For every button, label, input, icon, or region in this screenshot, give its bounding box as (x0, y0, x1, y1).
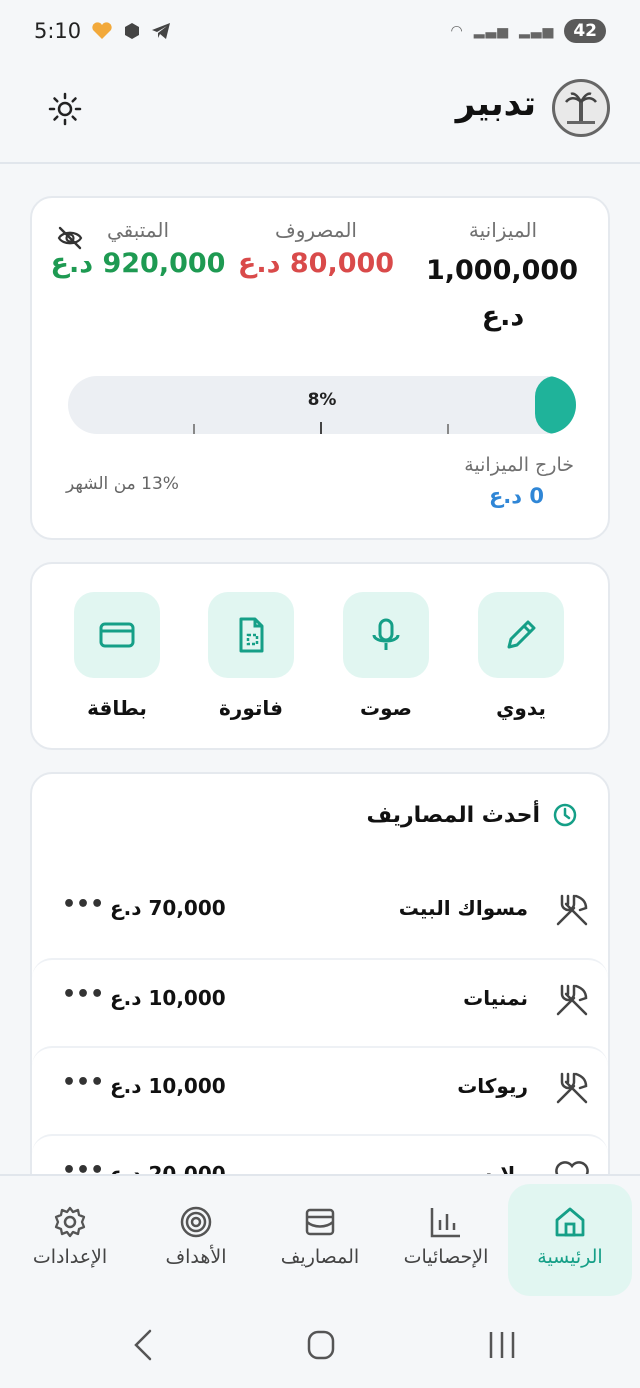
home-icon (555, 1207, 585, 1237)
system-navigation-bar (0, 1302, 640, 1388)
progress-tick (320, 422, 322, 434)
manual-entry-label: يدوي (496, 696, 546, 720)
expense-name: مسواك البيت (398, 896, 528, 920)
nav-expenses[interactable]: المصاريف (258, 1184, 382, 1296)
expense-row[interactable]: مسواك البيت 70,000 د.ع ••• (32, 870, 608, 960)
eye-off-icon[interactable] (56, 224, 84, 252)
app-logo (552, 79, 610, 137)
spent-column: المصروف 80,000 د.ع (226, 218, 406, 279)
app-header: تدبير (0, 62, 640, 164)
expense-name: نمنيات (463, 986, 528, 1010)
recent-expenses-title: أحدث المصاريف (366, 802, 541, 828)
voice-entry-button[interactable]: صوت (341, 592, 431, 720)
expense-row[interactable]: ريوكات 10,000 د.ع ••• (32, 1046, 608, 1136)
progress-tick (193, 424, 195, 434)
target-icon (180, 1206, 212, 1238)
budget-progress-bar: 8% (68, 376, 576, 434)
out-of-budget-value: 0 د.ع (488, 484, 544, 508)
sun-icon[interactable] (48, 92, 82, 126)
utensils-icon (556, 984, 588, 1016)
palm-tree-icon (565, 92, 597, 124)
budget-label: الميزانية (468, 218, 538, 242)
gear-icon (54, 1206, 86, 1238)
receipt-scan-label: فاتورة (219, 696, 283, 720)
card-icon (99, 622, 135, 648)
battery-indicator: 42 (564, 19, 606, 43)
nav-statistics[interactable]: الإحصائيات (384, 1184, 508, 1296)
expense-amount: 70,000 د.ع (110, 896, 226, 920)
budget-column: الميزانية 1,000,000 د.ع (425, 218, 578, 340)
expense-amount: 10,000 د.ع (110, 1074, 226, 1098)
bar-chart-icon (430, 1208, 460, 1238)
voice-entry-label: صوت (360, 696, 412, 720)
nav-expenses-label: المصاريف (280, 1246, 360, 1268)
more-options-icon[interactable]: ••• (62, 982, 104, 1007)
more-options-icon[interactable]: ••• (62, 892, 104, 917)
nav-goals-label: الأهداف (165, 1246, 227, 1268)
expense-amount: 10,000 د.ع (110, 986, 226, 1010)
microphone-icon (372, 618, 400, 650)
budget-summary-card: الميزانية 1,000,000 د.ع المصروف 80,000 د… (30, 196, 610, 540)
recent-expenses-header: أحدث المصاريف (367, 802, 579, 828)
expense-row[interactable]: نمنيات 10,000 د.ع ••• (32, 958, 608, 1048)
receipt-scan-button[interactable]: فاتورة (206, 592, 296, 720)
expense-name: ريوكات (457, 1074, 528, 1098)
nav-settings[interactable]: الإعدادات (8, 1184, 132, 1296)
remaining-value: 920,000 د.ع (50, 248, 226, 279)
quick-add-card: يدوي صوت فاتورة بطاقة (30, 562, 610, 750)
nav-home-label: الرئيسية (537, 1246, 603, 1268)
bottom-navigation: الرئيسية الإحصائيات المصاريف الأهداف الإ… (0, 1174, 640, 1302)
progress-tick (447, 424, 449, 434)
status-bar: 5:10 ◠ ▂▃▅ ▂▃▅ 42 (0, 0, 640, 62)
spent-label: المصروف (275, 218, 357, 242)
more-options-icon[interactable]: ••• (62, 1070, 104, 1095)
notification-hex-icon (125, 23, 140, 39)
utensils-icon (556, 894, 588, 926)
utensils-icon (556, 1072, 588, 1104)
wifi-signal-icon: ◠ (450, 23, 464, 39)
nav-home[interactable]: الرئيسية (508, 1184, 632, 1296)
home-button-icon[interactable] (306, 1329, 336, 1361)
wallet-icon (305, 1208, 335, 1236)
pencil-icon (507, 620, 536, 649)
receipt-scan-icon (239, 617, 264, 653)
month-progress-text: 13% من الشهر (66, 474, 179, 494)
notification-heart-icon (92, 22, 112, 39)
spent-value: 80,000 د.ع (237, 248, 395, 279)
card-entry-button[interactable]: بطاقة (72, 592, 162, 720)
history-icon (553, 803, 577, 827)
cell-signal-icon: ▂▃▅ (473, 23, 510, 39)
manual-entry-button[interactable]: يدوي (476, 592, 566, 720)
app-title: تدبير (455, 84, 536, 124)
nav-statistics-label: الإحصائيات (403, 1246, 489, 1268)
out-of-budget-label: خارج الميزانية (464, 454, 574, 476)
budget-value: 1,000,000 د.ع (425, 255, 578, 332)
status-time: 5:10 (34, 19, 82, 43)
recent-expenses-card: أحدث المصاريف مسواك البيت 70,000 د.ع •••… (30, 772, 610, 1232)
back-icon[interactable] (130, 1328, 156, 1362)
card-entry-label: بطاقة (87, 696, 147, 720)
cell-signal-2-icon: ▂▃▅ (519, 23, 555, 39)
telegram-icon (152, 23, 171, 39)
nav-settings-label: الإعدادات (32, 1246, 108, 1268)
budget-progress-label: 8% (307, 390, 337, 410)
recents-icon[interactable] (486, 1329, 518, 1361)
nav-goals[interactable]: الأهداف (134, 1184, 258, 1296)
